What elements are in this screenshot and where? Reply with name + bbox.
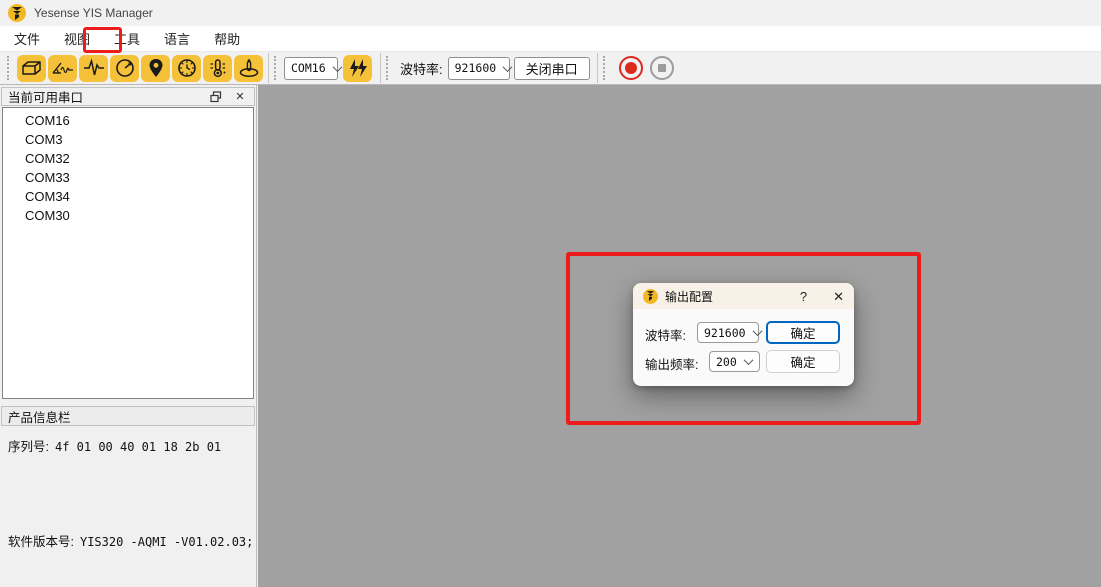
software-version-label: 软件版本号: (8, 531, 74, 550)
yesense-logo-icon (643, 289, 658, 304)
gyro-attitude-icon[interactable] (234, 55, 263, 82)
serial-number-line: 序列号: 4f 01 00 40 01 18 2b 01 (8, 436, 221, 455)
cube-icon[interactable] (17, 55, 46, 82)
chevron-down-icon (752, 326, 762, 336)
double-lightning-icon[interactable] (343, 55, 372, 82)
menubar: 文件视图工具语言帮助 (0, 26, 1101, 51)
dock-header: 当前可用串口 ✕ (1, 87, 255, 106)
app-window: Yesense YIS Manager 文件视图工具语言帮助 (0, 0, 1101, 587)
baud-select[interactable]: 921600 (448, 57, 510, 80)
float-window-icon[interactable] (208, 90, 224, 104)
toolbar-grip[interactable] (386, 56, 391, 80)
product-info-header: 产品信息栏 (1, 406, 255, 426)
gauge-icon[interactable] (110, 55, 139, 82)
yesense-logo-icon (8, 4, 26, 22)
menu-item-4[interactable]: 帮助 (202, 26, 252, 51)
toolbar-grip[interactable] (603, 56, 608, 80)
port-select[interactable]: COM16 (284, 57, 338, 80)
output-config-dialog: 输出配置 ? ✕ 波特率: 921600 确定 输出频率: 200 确定 (633, 283, 854, 386)
dock-title: 当前可用串口 (8, 87, 200, 106)
close-icon[interactable]: ✕ (232, 90, 248, 104)
utc-clock-icon[interactable] (172, 55, 201, 82)
dialog-frequency-select[interactable]: 200 (709, 351, 760, 372)
list-item[interactable]: COM16 (3, 111, 253, 130)
list-item[interactable]: COM33 (3, 168, 253, 187)
dialog-baud-select[interactable]: 921600 (697, 322, 759, 343)
menu-item-0[interactable]: 文件 (2, 26, 52, 51)
toolbar-grip[interactable] (7, 56, 12, 80)
close-serial-button[interactable]: 关闭串口 (514, 57, 590, 80)
thermometer-icon[interactable] (203, 55, 232, 82)
serial-number-label: 序列号: (8, 436, 49, 455)
record-icon[interactable] (618, 55, 644, 81)
software-version-value: YIS320 -AQMI -V01.02.03; (80, 535, 253, 549)
dialog-title-bar[interactable]: 输出配置 ? ✕ (633, 283, 854, 309)
list-item[interactable]: COM34 (3, 187, 253, 206)
list-item[interactable]: COM32 (3, 149, 253, 168)
angle-wave-icon[interactable] (48, 55, 77, 82)
toolbar-grip[interactable] (274, 56, 279, 80)
list-item[interactable]: COM30 (3, 206, 253, 225)
dialog-title: 输出配置 (665, 288, 800, 305)
help-icon[interactable]: ? (800, 290, 807, 303)
baud-rate-label: 波特率: (400, 59, 443, 78)
menu-item-2[interactable]: 工具 (102, 26, 152, 51)
toolbar-separator (268, 53, 269, 83)
chevron-down-icon (503, 62, 513, 72)
toolbar: COM16 波特率: 921600 关闭串口 (0, 51, 1101, 85)
frequency-ok-button[interactable]: 确定 (766, 350, 840, 373)
port-list: COM16COM3COM32COM33COM34COM30 (2, 107, 254, 399)
location-pin-icon[interactable] (141, 55, 170, 82)
stop-icon[interactable] (649, 55, 675, 81)
menu-item-3[interactable]: 语言 (152, 26, 202, 51)
chevron-down-icon (743, 355, 753, 365)
toolbar-separator (380, 53, 381, 83)
window-title: Yesense YIS Manager (34, 6, 153, 20)
toolbar-separator (597, 53, 598, 83)
baud-ok-button[interactable]: 确定 (766, 321, 840, 344)
waveform-icon[interactable] (79, 55, 108, 82)
dialog-frequency-label: 输出频率: (645, 354, 698, 373)
dialog-baud-label: 波特率: (645, 325, 686, 344)
close-icon[interactable]: ✕ (833, 290, 844, 303)
title-bar: Yesense YIS Manager (0, 0, 1101, 26)
list-item[interactable]: COM3 (3, 130, 253, 149)
chevron-down-icon (332, 62, 342, 72)
serial-number-value: 4f 01 00 40 01 18 2b 01 (55, 440, 221, 454)
software-version-line: 软件版本号: YIS320 -AQMI -V01.02.03; (8, 531, 253, 550)
menu-item-1[interactable]: 视图 (52, 26, 102, 51)
serial-port-dock: 当前可用串口 ✕ COM16COM3COM32COM33COM34COM30 产… (0, 85, 257, 587)
